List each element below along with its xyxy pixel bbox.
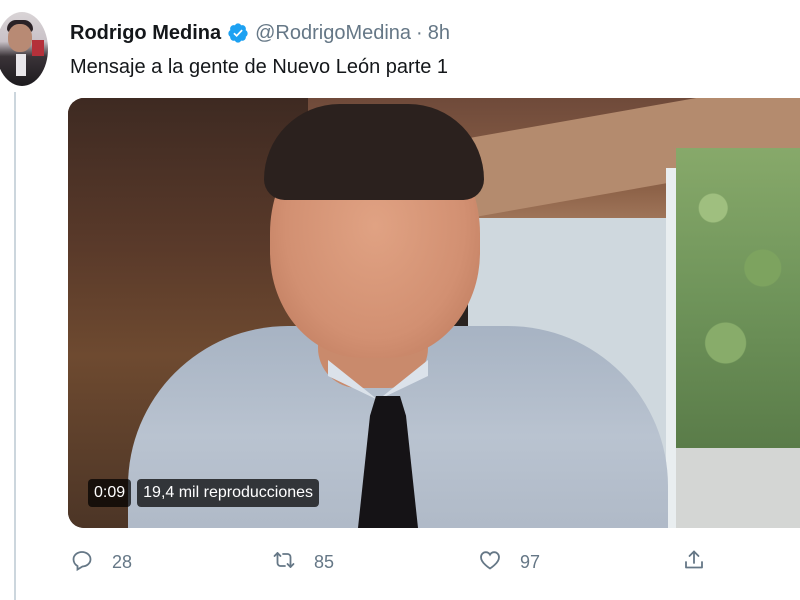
share-button[interactable] [682, 546, 706, 578]
retweet-count: 85 [314, 551, 335, 572]
retweet-icon [272, 548, 296, 577]
like-count: 97 [520, 551, 541, 572]
tweet-actions: 28 85 97 [70, 546, 800, 578]
tweet-timestamp[interactable]: 8h [428, 22, 450, 45]
tweet-header: Rodrigo Medina @RodrigoMedina · 8h [70, 19, 450, 47]
video-view-count: 19,4 mil reproducciones [137, 479, 320, 507]
verified-badge-icon [227, 22, 249, 44]
video-overlay: 0:09 19,4 mil reproducciones [88, 479, 320, 507]
reply-count: 28 [112, 551, 133, 572]
share-icon [682, 548, 706, 577]
author-name[interactable]: Rodrigo Medina [70, 22, 221, 45]
like-button[interactable]: 97 [478, 546, 540, 578]
author-avatar[interactable] [0, 12, 48, 86]
separator-dot: · [416, 21, 423, 44]
video-elapsed-time: 0:09 [88, 479, 132, 507]
author-handle[interactable]: @RodrigoMedina [255, 22, 411, 45]
tweet-text: Mensaje a la gente de Nuevo León parte 1 [70, 56, 449, 78]
thread-line [14, 92, 16, 600]
reply-icon [70, 548, 94, 577]
retweet-button[interactable]: 85 [272, 546, 334, 578]
video-player[interactable] [68, 98, 800, 528]
reply-button[interactable]: 28 [70, 546, 132, 578]
heart-icon [478, 548, 502, 577]
